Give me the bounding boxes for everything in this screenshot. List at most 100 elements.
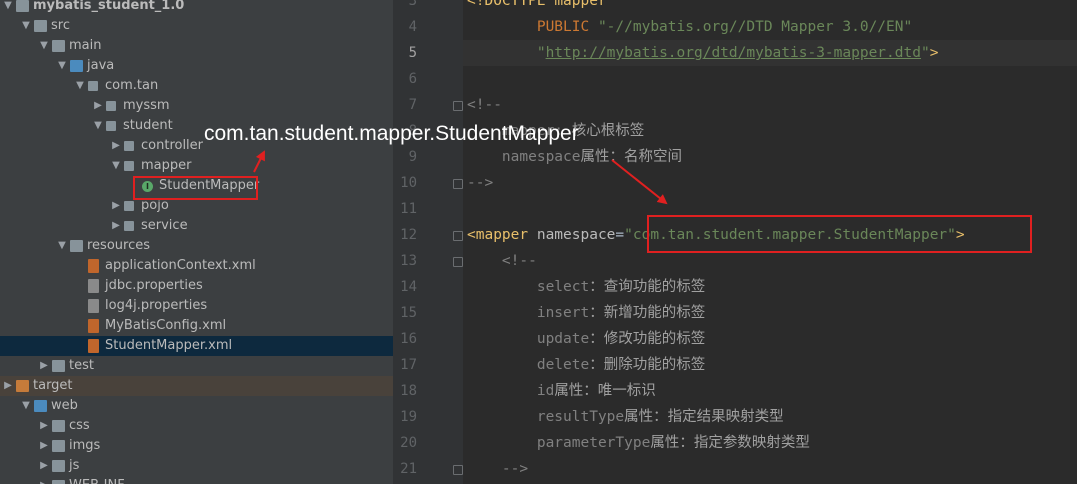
tree-item[interactable]: applicationContext.xml <box>0 256 393 276</box>
code-token: namespace <box>536 227 616 243</box>
tree-item[interactable]: ▼ java <box>0 56 393 76</box>
line-number: 10 <box>400 175 417 191</box>
chevron-down-icon[interactable]: ▼ <box>92 116 104 136</box>
chevron-right-icon[interactable]: ▶ <box>38 416 50 436</box>
tree-item[interactable]: ▼ main <box>0 36 393 56</box>
chevron-down-icon[interactable]: ▼ <box>20 16 32 36</box>
tree-item-label: src <box>51 18 70 33</box>
package-icon <box>124 141 134 151</box>
chevron-right-icon[interactable]: ▶ <box>38 436 50 456</box>
tree-item[interactable]: ▶ WEB-INF <box>0 476 393 484</box>
excluded-folder-icon <box>16 380 29 392</box>
tree-item[interactable]: ▶ imgs <box>0 436 393 456</box>
code-line[interactable]: select：查询功能的标签 <box>467 274 705 300</box>
tree-item-label: com.tan <box>105 78 159 93</box>
tree-item[interactable]: ▼ mapper <box>0 156 393 176</box>
code-token: = <box>615 227 625 243</box>
fold-marker-icon[interactable] <box>453 465 463 475</box>
code-line[interactable]: resultType属性：指定结果映射类型 <box>467 404 784 430</box>
code-line[interactable]: PUBLIC "-//mybatis.org//DTD Mapper 3.0//… <box>467 14 912 40</box>
tree-item-label: service <box>141 218 188 233</box>
tree-item[interactable]: ▼ resources <box>0 236 393 256</box>
code-line[interactable]: <!-- <box>467 92 502 118</box>
tree-item[interactable]: ▶ myssm <box>0 96 393 116</box>
chevron-down-icon[interactable]: ▼ <box>56 236 68 256</box>
code-token: <!-- <box>467 253 537 269</box>
tree-item[interactable]: jdbc.properties <box>0 276 393 296</box>
tree-item-label: WEB-INF <box>69 476 125 484</box>
tree-item[interactable]: ▶ target <box>0 376 393 396</box>
tree-item[interactable]: ▶ test <box>0 356 393 376</box>
code-token: <mapper <box>467 227 537 243</box>
line-number-gutter: 3 4 5 6 7 8 9 10 11 12 13 14 15 16 17 18 19 20 21 <box>393 0 463 484</box>
tree-item[interactable]: StudentMapper.xml <box>0 336 393 356</box>
chevron-right-icon[interactable]: ▶ <box>38 456 50 476</box>
line-number: 17 <box>400 357 417 373</box>
package-icon <box>124 161 134 171</box>
chevron-down-icon[interactable]: ▼ <box>2 0 14 16</box>
code-line[interactable]: update：修改功能的标签 <box>467 326 705 352</box>
code-token: resultType <box>467 409 625 425</box>
tree-item[interactable]: ▼ src <box>0 16 393 36</box>
properties-file-icon <box>88 299 99 313</box>
chevron-right-icon[interactable]: ▶ <box>38 356 50 376</box>
fold-marker-icon[interactable] <box>453 231 463 241</box>
tree-item[interactable]: ▼ web <box>0 396 393 416</box>
fold-marker-icon[interactable] <box>453 179 463 189</box>
tree-item[interactable]: ▼ com.tan <box>0 76 393 96</box>
code-line[interactable]: <!DOCTYPE mapper <box>467 0 607 14</box>
resources-folder-icon <box>70 240 83 252</box>
xml-file-icon <box>88 319 99 333</box>
chevron-down-icon[interactable]: ▼ <box>74 76 86 96</box>
chevron-right-icon[interactable]: ▶ <box>110 216 122 236</box>
code-token: ：删除功能的标签 <box>589 357 706 373</box>
tree-item-label: jdbc.properties <box>105 278 203 293</box>
line-number: 12 <box>400 227 417 243</box>
chevron-down-icon[interactable]: ▼ <box>110 156 122 176</box>
tree-item[interactable]: MyBatisConfig.xml <box>0 316 393 336</box>
tree-item-label: mybatis_student_1.0 <box>33 0 185 13</box>
tree-item[interactable]: ▶ service <box>0 216 393 236</box>
line-number: 18 <box>400 383 417 399</box>
module-folder-icon <box>16 0 29 12</box>
code-line[interactable]: --> <box>467 170 493 196</box>
package-icon <box>106 101 116 111</box>
fold-marker-icon[interactable] <box>453 101 463 111</box>
chevron-right-icon[interactable]: ▶ <box>38 476 50 484</box>
highlight-box-namespace <box>647 215 1032 253</box>
code-line[interactable]: delete：删除功能的标签 <box>467 352 705 378</box>
code-line[interactable]: --> <box>467 456 528 482</box>
code-line[interactable]: <!-- <box>467 248 537 274</box>
folder-icon <box>52 480 65 484</box>
tree-item[interactable]: ▼ mybatis_student_1.0 <box>0 0 393 16</box>
code-token: http://mybatis.org/dtd/mybatis-3-mapper.… <box>545 45 921 61</box>
code-line[interactable]: id属性：唯一标识 <box>467 378 656 404</box>
code-line[interactable]: namespace属性：名称空间 <box>467 144 682 170</box>
code-line[interactable]: parameterType属性：指定参数映射类型 <box>467 430 810 456</box>
chevron-right-icon[interactable]: ▶ <box>2 376 14 396</box>
tree-item-label: controller <box>141 138 204 153</box>
tree-item-label: MyBatisConfig.xml <box>105 318 227 333</box>
tree-item-label: target <box>33 378 73 393</box>
chevron-right-icon[interactable]: ▶ <box>110 196 122 216</box>
chevron-right-icon[interactable]: ▶ <box>110 136 122 156</box>
chevron-down-icon[interactable]: ▼ <box>20 396 32 416</box>
tree-item[interactable]: ▶ css <box>0 416 393 436</box>
code-token: update <box>467 331 590 347</box>
code-token: parameterType <box>467 435 651 451</box>
code-line[interactable]: insert：新增功能的标签 <box>467 300 705 326</box>
source-root-folder-icon <box>70 60 83 72</box>
code-token: --> <box>467 461 529 477</box>
code-token: insert <box>467 305 590 321</box>
tree-item[interactable]: ▶ js <box>0 456 393 476</box>
chevron-down-icon[interactable]: ▼ <box>38 36 50 56</box>
chevron-down-icon[interactable]: ▼ <box>56 56 68 76</box>
code-line[interactable]: "http://mybatis.org/dtd/mybatis-3-mapper… <box>467 40 939 66</box>
code-token: 属性：指定结果映射类型 <box>624 409 784 425</box>
chevron-right-icon[interactable]: ▶ <box>92 96 104 116</box>
tree-item[interactable]: log4j.properties <box>0 296 393 316</box>
code-token: mapper <box>554 0 607 9</box>
fold-marker-icon[interactable] <box>453 257 463 267</box>
